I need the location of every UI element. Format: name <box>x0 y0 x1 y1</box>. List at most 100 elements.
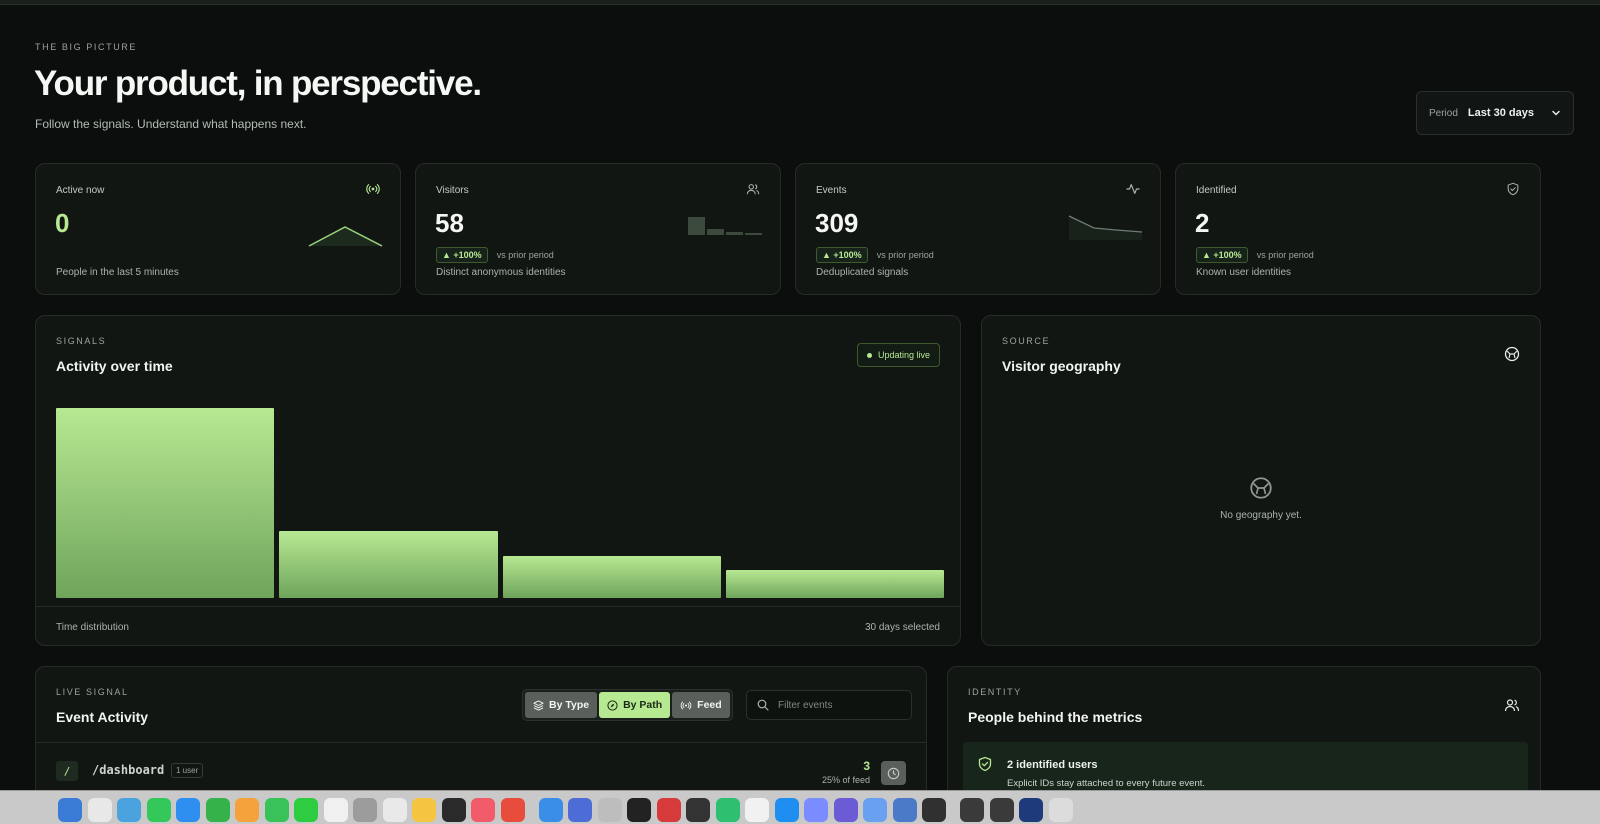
dock-app-icon[interactable] <box>989 798 1014 822</box>
live-badge-label: Updating live <box>877 350 930 360</box>
stat-delta: ▲ +100% vs prior period <box>436 247 554 263</box>
dock-app-icon[interactable] <box>146 798 171 822</box>
hero-eyebrow: THE BIG PICTURE <box>35 42 138 52</box>
stat-value: 2 <box>1195 208 1210 238</box>
compass-icon <box>607 699 618 711</box>
tab-by-type[interactable]: By Type <box>525 692 598 718</box>
delta-caption: vs prior period <box>876 250 934 260</box>
shield-check-icon <box>978 756 992 772</box>
chart-bar <box>56 408 275 598</box>
dock-app-icon[interactable] <box>471 798 495 822</box>
chart-divider <box>36 606 960 607</box>
os-dock <box>0 790 1600 824</box>
dock-app-icon[interactable] <box>656 798 681 822</box>
stat-delta: ▲ +100% vs prior period <box>816 247 934 263</box>
stat-value: 0 <box>55 208 70 238</box>
dock-app-icon[interactable] <box>58 798 82 822</box>
dock-app-icon[interactable] <box>323 798 348 822</box>
path-root-icon: / <box>56 761 78 781</box>
callout-title: 2 identified users <box>1007 759 1098 771</box>
dock-app-icon[interactable] <box>922 798 946 822</box>
visitors-sparkline <box>688 217 762 235</box>
dock-app-icon[interactable] <box>774 798 799 822</box>
page-title: Your product, in perspective. <box>34 64 482 103</box>
dock-app-icon[interactable] <box>627 798 651 822</box>
stat-description: Known user identities <box>1196 267 1292 278</box>
updating-live-badge: Updating live <box>856 343 940 367</box>
view-mode-toggle: By Type By Path Feed <box>522 689 733 721</box>
tab-label: Feed <box>697 699 722 711</box>
dock-app-icon[interactable] <box>538 798 563 822</box>
stat-value: 58 <box>435 208 464 238</box>
filter-events-input[interactable]: Filter events <box>746 690 912 720</box>
broadcast-icon <box>366 184 380 194</box>
stat-label: Visitors <box>436 185 469 196</box>
dock-app-icon[interactable] <box>264 798 289 822</box>
dock-app-icon[interactable] <box>176 798 200 822</box>
dock-app-icon[interactable] <box>568 798 592 822</box>
period-select[interactable]: Period Last 30 days <box>1416 91 1574 135</box>
dock-app-icon[interactable] <box>804 798 828 822</box>
shield-check-icon <box>1507 182 1519 196</box>
dock-app-icon[interactable] <box>294 798 318 822</box>
chart-bar <box>725 569 944 598</box>
dock-app-icon[interactable] <box>892 798 917 822</box>
tab-feed[interactable]: Feed <box>672 692 730 718</box>
globe-icon[interactable] <box>1504 346 1520 362</box>
tab-by-path[interactable]: By Path <box>599 692 671 718</box>
dock-app-icon[interactable] <box>1019 798 1043 822</box>
chevron-down-icon <box>1552 110 1560 116</box>
stat-card-events: Events 309 ▲ +100% vs prior period Dedup… <box>795 163 1161 295</box>
dock-app-icon[interactable] <box>117 798 141 822</box>
stat-delta: ▲ +100% vs prior period <box>1196 247 1314 263</box>
tab-label: By Type <box>549 699 590 711</box>
activity-icon <box>1126 184 1140 194</box>
dock-app-icon[interactable] <box>863 798 887 822</box>
event-path: /dashboard <box>92 763 165 777</box>
stat-description: People in the last 5 minutes <box>56 267 179 278</box>
stat-label: Events <box>816 185 847 196</box>
stat-description: Distinct anonymous identities <box>436 267 566 278</box>
dock-app-icon[interactable] <box>715 798 740 822</box>
chart-bar <box>502 555 721 598</box>
clock-icon <box>887 767 900 779</box>
panel-eyebrow: IDENTITY <box>968 687 1022 697</box>
layers-icon <box>533 699 544 711</box>
dock-app-icon[interactable] <box>353 798 377 822</box>
panel-eyebrow: SOURCE <box>1002 336 1051 346</box>
users-icon[interactable] <box>1504 697 1520 713</box>
dock-app-icon[interactable] <box>1048 798 1073 822</box>
delta-caption: vs prior period <box>1256 250 1314 260</box>
page-subtitle: Follow the signals. Understand what happ… <box>35 117 307 131</box>
panel-divider <box>36 742 926 743</box>
dock-app-icon[interactable] <box>382 798 407 822</box>
dock-app-icon[interactable] <box>686 798 710 822</box>
stat-card-visitors: Visitors 58 ▲ +100% vs prior period Dist… <box>415 163 781 295</box>
stat-card-identified: Identified 2 ▲ +100% vs prior period Kno… <box>1175 163 1541 295</box>
stat-value: 309 <box>815 208 859 238</box>
search-icon <box>757 699 769 711</box>
empty-state-text: No geography yet. <box>1220 510 1302 521</box>
dock-app-icon[interactable] <box>960 798 984 822</box>
dock-app-icon[interactable] <box>500 798 525 822</box>
dock-app-icon[interactable] <box>745 798 769 822</box>
geography-empty-state: No geography yet. <box>982 476 1540 521</box>
row-details-button[interactable] <box>881 761 906 785</box>
list-item[interactable]: / /dashboard 1 user 3 25% of feed <box>56 759 906 789</box>
stat-card-active: Active now 0 People in the last 5 minute… <box>35 163 401 295</box>
dock-app-icon[interactable] <box>87 798 112 822</box>
dock-app-icon[interactable] <box>205 798 230 822</box>
period-value: Last 30 days <box>1467 107 1534 119</box>
activity-bar-chart <box>56 408 944 598</box>
users-icon <box>746 184 760 195</box>
active-sparkline <box>308 226 383 247</box>
dock-app-icon[interactable] <box>235 798 259 822</box>
user-count-badge: 1 user <box>171 763 204 778</box>
feed-share: 25% of feed <box>821 775 870 785</box>
dock-app-icon[interactable] <box>412 798 436 822</box>
stat-label: Identified <box>1196 185 1237 196</box>
dock-app-icon[interactable] <box>597 798 622 822</box>
dock-app-icon[interactable] <box>833 798 858 822</box>
dock-app-icon[interactable] <box>441 798 466 822</box>
source-panel: SOURCE Visitor geography No geography ye… <box>981 315 1541 646</box>
